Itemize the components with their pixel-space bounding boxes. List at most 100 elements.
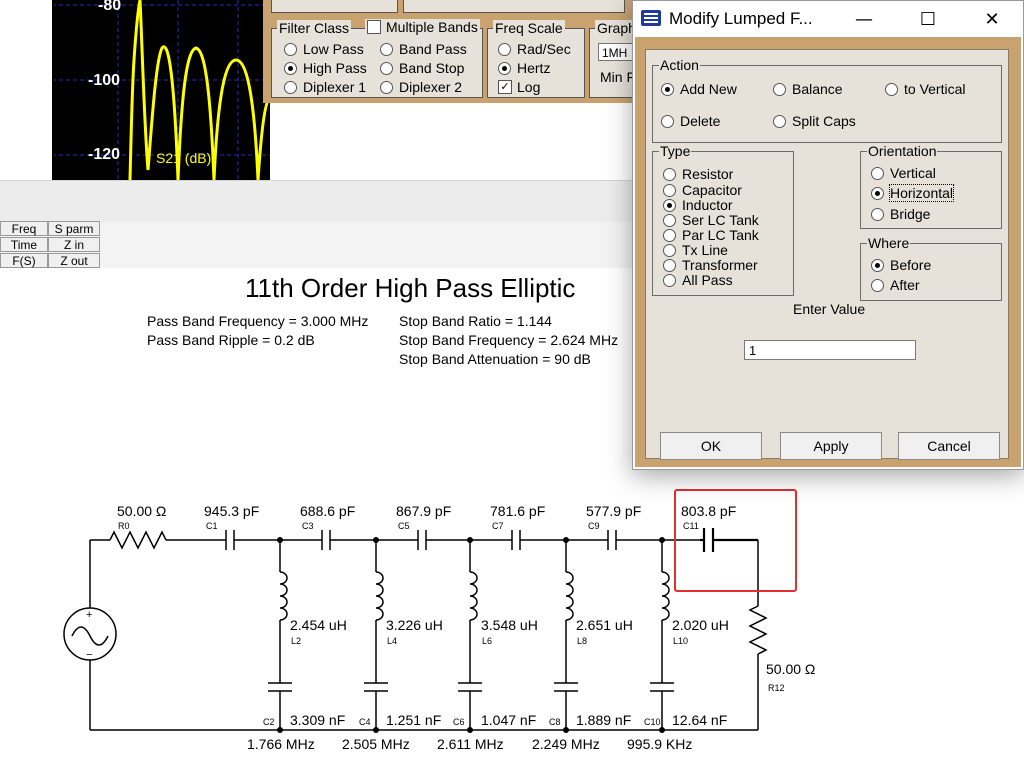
radio-button[interactable]	[663, 258, 676, 272]
radio-button[interactable]	[663, 243, 676, 257]
time-button[interactable]: Time	[0, 237, 48, 252]
radio-diplexer-2[interactable]: Diplexer 2	[380, 79, 462, 95]
radio-button[interactable]	[284, 42, 297, 56]
radio-button[interactable]	[663, 168, 676, 181]
radio-button[interactable]	[284, 80, 297, 94]
filter-title: 11th Order High Pass Elliptic	[245, 273, 576, 303]
radio-button[interactable]	[871, 207, 884, 221]
radio-band-pass[interactable]: Band Pass	[380, 41, 467, 57]
shunt-branch-3	[458, 540, 482, 730]
radio-button-selected[interactable]	[661, 82, 674, 96]
resonance-2: 2.505 MHz	[342, 736, 410, 752]
radio-before[interactable]: Before	[871, 257, 931, 273]
c3-value: 688.6 pF	[300, 503, 356, 519]
radio-all-pass[interactable]: All Pass	[663, 272, 733, 288]
radio-button[interactable]	[663, 228, 676, 242]
radio-diplexer-1[interactable]: Diplexer 1	[284, 79, 366, 95]
close-button[interactable]: ✕	[969, 1, 1015, 37]
ok-button[interactable]: OK	[660, 432, 762, 460]
radio-vertical[interactable]: Vertical	[871, 165, 936, 181]
radio-button[interactable]	[871, 166, 884, 180]
radio-button[interactable]	[663, 213, 676, 227]
type-label: Type	[659, 143, 692, 159]
radio-button-selected[interactable]	[498, 61, 511, 75]
radio-horizontal[interactable]: Horizontal	[871, 184, 955, 202]
dialog-titlebar[interactable]: Modify Lumped F... — ☐ ✕	[633, 1, 1023, 37]
minimize-button[interactable]: —	[841, 1, 887, 37]
multiple-bands-checkbox[interactable]: Multiple Bands	[365, 19, 480, 35]
checkbox[interactable]	[367, 20, 381, 34]
svg-text:−: −	[86, 649, 92, 661]
radio-inductor[interactable]: Inductor	[663, 197, 733, 213]
radio-button[interactable]	[380, 80, 393, 94]
radio-tx-line[interactable]: Tx Line	[663, 242, 728, 258]
r0-value: 50.00 Ω	[117, 503, 167, 519]
radio-button[interactable]	[380, 61, 393, 75]
dialog-client: Action Add New Balance to Vertical Delet…	[635, 37, 1021, 467]
log-checkbox[interactable]: ✓ Log	[498, 79, 540, 95]
maximize-button[interactable]: ☐	[905, 1, 951, 37]
radio-button[interactable]	[773, 114, 786, 128]
radio-button[interactable]	[773, 82, 786, 96]
l2-value: 2.454 uH	[290, 617, 347, 633]
radio-button[interactable]	[380, 42, 393, 56]
radio-hertz[interactable]: Hertz	[498, 60, 550, 76]
radio-button-selected[interactable]	[871, 258, 884, 272]
radio-label: Bridge	[890, 206, 931, 222]
filter-class-group: Filter Class Low Pass High Pass Diplexer…	[271, 19, 483, 98]
apply-button[interactable]: Apply	[780, 432, 882, 460]
radio-label: Capacitor	[682, 182, 742, 198]
radio-button[interactable]	[661, 114, 674, 128]
radio-to-vertical[interactable]: to Vertical	[885, 81, 965, 97]
modify-lumped-dialog: Modify Lumped F... — ☐ ✕ Action Add New …	[632, 0, 1024, 470]
radio-bridge[interactable]: Bridge	[871, 206, 930, 222]
s-parm-button[interactable]: S parm	[48, 221, 100, 236]
svg-text:+: +	[86, 609, 92, 621]
freq-button[interactable]: Freq	[0, 221, 48, 236]
c7-ref: C7	[492, 521, 504, 531]
radio-transformer[interactable]: Transformer	[663, 257, 758, 273]
radio-rad-sec[interactable]: Rad/Sec	[498, 41, 571, 57]
radio-capacitor[interactable]: Capacitor	[663, 182, 742, 198]
stop-band-frequency: Stop Band Frequency = 2.624 MHz	[399, 332, 619, 348]
radio-button-selected[interactable]	[284, 61, 297, 75]
z-out-button[interactable]: Z out	[48, 253, 100, 268]
l8-value: 2.651 uH	[576, 617, 633, 633]
enter-value-input[interactable]	[744, 340, 916, 360]
radio-button-selected[interactable]	[871, 186, 884, 200]
radio-band-stop[interactable]: Band Stop	[380, 60, 464, 76]
c11-value[interactable]: 803.8 pF	[681, 503, 736, 519]
resistor-r0	[109, 530, 167, 550]
panel-tab-stub	[271, 0, 398, 13]
checkbox-checked[interactable]: ✓	[498, 80, 512, 94]
radio-button[interactable]	[663, 183, 676, 197]
radio-add-new[interactable]: Add New	[661, 81, 737, 97]
radio-low-pass[interactable]: Low Pass	[284, 41, 364, 57]
pass-band-frequency: Pass Band Frequency = 3.000 MHz	[147, 313, 369, 329]
radio-par-lc-tank[interactable]: Par LC Tank	[663, 227, 759, 243]
l2-ref: L2	[291, 636, 302, 646]
l6-ref: L6	[482, 636, 493, 646]
c2-ref: C2	[263, 717, 275, 727]
z-in-button[interactable]: Z in	[48, 237, 100, 252]
c5-value: 867.9 pF	[396, 503, 452, 519]
c10-ref: C10	[644, 717, 661, 727]
radio-button[interactable]	[871, 278, 884, 292]
radio-split-caps[interactable]: Split Caps	[773, 113, 856, 129]
fs-button[interactable]: F(S)	[0, 253, 48, 268]
radio-high-pass[interactable]: High Pass	[284, 60, 367, 76]
radio-button[interactable]	[663, 273, 676, 287]
radio-resistor[interactable]: Resistor	[663, 167, 733, 182]
radio-button-selected[interactable]	[663, 198, 676, 212]
radio-button[interactable]	[885, 82, 898, 96]
radio-button[interactable]	[498, 42, 511, 56]
y-tick: -120	[88, 146, 121, 163]
radio-delete[interactable]: Delete	[661, 113, 720, 129]
radio-after[interactable]: After	[871, 277, 920, 293]
radio-ser-lc-tank[interactable]: Ser LC Tank	[663, 212, 759, 228]
cancel-button[interactable]: Cancel	[898, 432, 1000, 460]
radio-label: High Pass	[303, 60, 367, 76]
resonance-1: 1.766 MHz	[247, 736, 315, 752]
radio-balance[interactable]: Balance	[773, 81, 843, 97]
radio-label: Par LC Tank	[682, 227, 759, 243]
